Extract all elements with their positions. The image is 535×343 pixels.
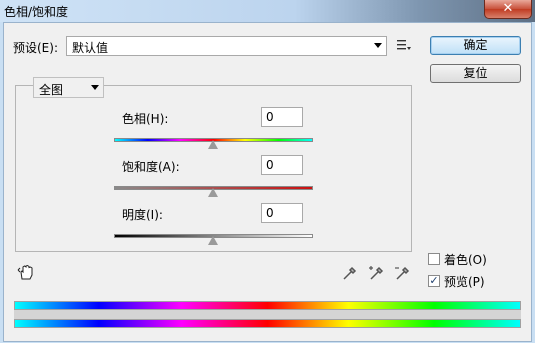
result-spectrum-bar [14, 319, 521, 328]
window-title: 色相/饱和度 [4, 5, 69, 19]
list-menu-icon[interactable] [397, 39, 411, 51]
preset-label: 预设(E): [13, 41, 58, 55]
adjustment-group [15, 85, 412, 252]
eyedropper-plus-icon[interactable] [368, 265, 384, 281]
preset-select[interactable]: 默认值 [66, 36, 387, 56]
close-button[interactable]: ✕ [484, 0, 532, 19]
hue-label: 色相(H): [122, 112, 169, 126]
hue-input[interactable]: 0 [261, 107, 303, 127]
lightness-input[interactable]: 0 [261, 203, 303, 223]
saturation-label: 饱和度(A): [122, 160, 180, 174]
lightness-label: 明度(I): [122, 208, 163, 222]
chevron-down-icon [91, 85, 99, 90]
hue-slider-thumb[interactable] [208, 140, 218, 149]
chevron-down-icon [374, 43, 382, 48]
ok-button[interactable]: 确定 [430, 36, 521, 55]
hand-adjust-icon[interactable] [17, 263, 35, 281]
preset-value: 默认值 [72, 41, 109, 55]
channel-value: 全图 [39, 83, 64, 97]
lightness-slider-thumb[interactable] [208, 236, 218, 245]
channel-select[interactable]: 全图 [33, 77, 104, 98]
colorize-checkbox[interactable] [428, 253, 440, 265]
preview-label: 预览(P) [444, 275, 485, 289]
title-bar [0, 0, 535, 22]
saturation-input[interactable]: 0 [261, 155, 303, 175]
preview-checkbox[interactable]: ✓ [428, 275, 440, 287]
eyedropper-minus-icon[interactable] [394, 265, 410, 281]
colorize-label: 着色(O) [444, 253, 487, 267]
spectrum-range-track[interactable] [14, 310, 521, 319]
source-spectrum-bar [14, 301, 521, 310]
saturation-slider-thumb[interactable] [208, 188, 218, 197]
eyedropper-icon[interactable] [342, 265, 358, 281]
reset-button[interactable]: 复位 [430, 64, 521, 83]
